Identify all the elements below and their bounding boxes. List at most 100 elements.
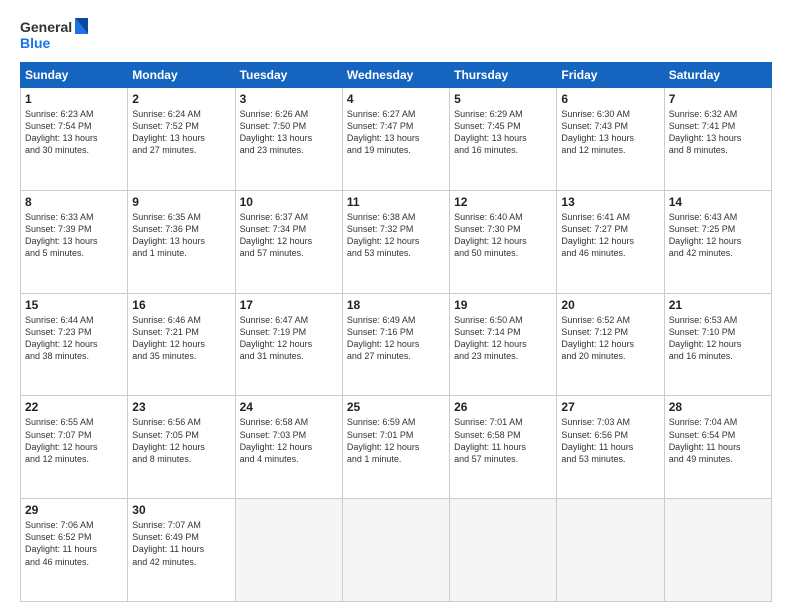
day-number: 27 bbox=[561, 400, 659, 414]
day-number: 15 bbox=[25, 298, 123, 312]
calendar-cell: 5Sunrise: 6:29 AM Sunset: 7:45 PM Daylig… bbox=[450, 88, 557, 191]
day-info: Sunrise: 6:44 AM Sunset: 7:23 PM Dayligh… bbox=[25, 314, 123, 363]
svg-text:General: General bbox=[20, 19, 72, 35]
svg-text:Blue: Blue bbox=[20, 35, 51, 51]
day-info: Sunrise: 7:04 AM Sunset: 6:54 PM Dayligh… bbox=[669, 416, 767, 465]
day-number: 29 bbox=[25, 503, 123, 517]
day-number: 11 bbox=[347, 195, 445, 209]
day-number: 18 bbox=[347, 298, 445, 312]
day-number: 9 bbox=[132, 195, 230, 209]
calendar-cell: 25Sunrise: 6:59 AM Sunset: 7:01 PM Dayli… bbox=[342, 396, 449, 499]
day-header-monday: Monday bbox=[128, 63, 235, 88]
day-info: Sunrise: 7:01 AM Sunset: 6:58 PM Dayligh… bbox=[454, 416, 552, 465]
day-info: Sunrise: 7:03 AM Sunset: 6:56 PM Dayligh… bbox=[561, 416, 659, 465]
day-info: Sunrise: 6:33 AM Sunset: 7:39 PM Dayligh… bbox=[25, 211, 123, 260]
day-header-saturday: Saturday bbox=[664, 63, 771, 88]
day-header-wednesday: Wednesday bbox=[342, 63, 449, 88]
calendar-cell: 20 Sunrise: 6:52 AM Sunset: 7:12 PM Dayli… bbox=[557, 293, 664, 396]
calendar-cell: 10 Sunrise: 6:37 AM Sunset: 7:34 PM Dayli… bbox=[235, 190, 342, 293]
day-number: 21 bbox=[669, 298, 767, 312]
day-info: Sunrise: 6:27 AM Sunset: 7:47 PM Dayligh… bbox=[347, 108, 445, 157]
day-number: 23 bbox=[132, 400, 230, 414]
calendar-body: 1Sunrise: 6:23 AM Sunset: 7:54 PM Daylig… bbox=[21, 88, 772, 602]
calendar-cell: 21 Sunrise: 6:53 AM Sunset: 7:10 PM Dayli… bbox=[664, 293, 771, 396]
calendar-cell: 27 Sunrise: 7:03 AM Sunset: 6:56 PM Dayli… bbox=[557, 396, 664, 499]
day-number: 8 bbox=[25, 195, 123, 209]
day-info: Sunrise: 6:59 AM Sunset: 7:01 PM Dayligh… bbox=[347, 416, 445, 465]
calendar-cell: 18 Sunrise: 6:49 AM Sunset: 7:16 PM Dayli… bbox=[342, 293, 449, 396]
day-number: 28 bbox=[669, 400, 767, 414]
calendar-cell: 2Sunrise: 6:24 AM Sunset: 7:52 PM Daylig… bbox=[128, 88, 235, 191]
day-number: 10 bbox=[240, 195, 338, 209]
day-info: Sunrise: 6:30 AM Sunset: 7:43 PM Dayligh… bbox=[561, 108, 659, 157]
calendar-cell: 11 Sunrise: 6:38 AM Sunset: 7:32 PM Dayli… bbox=[342, 190, 449, 293]
calendar-cell: 22 Sunrise: 6:55 AM Sunset: 7:07 PM Dayli… bbox=[21, 396, 128, 499]
day-header-thursday: Thursday bbox=[450, 63, 557, 88]
day-info: Sunrise: 6:58 AM Sunset: 7:03 PM Dayligh… bbox=[240, 416, 338, 465]
day-number: 20 bbox=[561, 298, 659, 312]
calendar-cell: 23 Sunrise: 6:56 AM Sunset: 7:05 PM Dayli… bbox=[128, 396, 235, 499]
calendar-cell: 13 Sunrise: 6:41 AM Sunset: 7:27 PM Dayli… bbox=[557, 190, 664, 293]
calendar-cell: 26 Sunrise: 7:01 AM Sunset: 6:58 PM Dayli… bbox=[450, 396, 557, 499]
calendar-cell: 3 Sunrise: 6:26 AM Sunset: 7:50 PM Daylig… bbox=[235, 88, 342, 191]
day-info: Sunrise: 6:49 AM Sunset: 7:16 PM Dayligh… bbox=[347, 314, 445, 363]
day-number: 3 bbox=[240, 92, 338, 106]
day-number: 6 bbox=[561, 92, 659, 106]
day-info: Sunrise: 6:38 AM Sunset: 7:32 PM Dayligh… bbox=[347, 211, 445, 260]
day-info: Sunrise: 6:55 AM Sunset: 7:07 PM Dayligh… bbox=[25, 416, 123, 465]
calendar-cell bbox=[450, 499, 557, 602]
day-header-sunday: Sunday bbox=[21, 63, 128, 88]
calendar-cell: 9 Sunrise: 6:35 AM Sunset: 7:36 PM Daylig… bbox=[128, 190, 235, 293]
calendar-cell: 24 Sunrise: 6:58 AM Sunset: 7:03 PM Dayli… bbox=[235, 396, 342, 499]
calendar-week-row: 22 Sunrise: 6:55 AM Sunset: 7:07 PM Dayli… bbox=[21, 396, 772, 499]
calendar-week-row: 15 Sunrise: 6:44 AM Sunset: 7:23 PM Dayli… bbox=[21, 293, 772, 396]
calendar-cell: 15 Sunrise: 6:44 AM Sunset: 7:23 PM Dayli… bbox=[21, 293, 128, 396]
day-number: 19 bbox=[454, 298, 552, 312]
day-info: Sunrise: 6:52 AM Sunset: 7:12 PM Dayligh… bbox=[561, 314, 659, 363]
day-info: Sunrise: 6:35 AM Sunset: 7:36 PM Dayligh… bbox=[132, 211, 230, 260]
day-info: Sunrise: 7:06 AM Sunset: 6:52 PM Dayligh… bbox=[25, 519, 123, 568]
day-header-friday: Friday bbox=[557, 63, 664, 88]
day-info: Sunrise: 6:47 AM Sunset: 7:19 PM Dayligh… bbox=[240, 314, 338, 363]
day-number: 24 bbox=[240, 400, 338, 414]
day-number: 5 bbox=[454, 92, 552, 106]
day-info: Sunrise: 7:07 AM Sunset: 6:49 PM Dayligh… bbox=[132, 519, 230, 568]
day-info: Sunrise: 6:32 AM Sunset: 7:41 PM Dayligh… bbox=[669, 108, 767, 157]
day-info: Sunrise: 6:37 AM Sunset: 7:34 PM Dayligh… bbox=[240, 211, 338, 260]
day-info: Sunrise: 6:26 AM Sunset: 7:50 PM Dayligh… bbox=[240, 108, 338, 157]
day-number: 26 bbox=[454, 400, 552, 414]
day-number: 7 bbox=[669, 92, 767, 106]
calendar-cell: 1Sunrise: 6:23 AM Sunset: 7:54 PM Daylig… bbox=[21, 88, 128, 191]
day-info: Sunrise: 6:43 AM Sunset: 7:25 PM Dayligh… bbox=[669, 211, 767, 260]
day-info: Sunrise: 6:40 AM Sunset: 7:30 PM Dayligh… bbox=[454, 211, 552, 260]
calendar-cell bbox=[557, 499, 664, 602]
day-info: Sunrise: 6:50 AM Sunset: 7:14 PM Dayligh… bbox=[454, 314, 552, 363]
day-number: 30 bbox=[132, 503, 230, 517]
day-info: Sunrise: 6:53 AM Sunset: 7:10 PM Dayligh… bbox=[669, 314, 767, 363]
calendar-cell: 17 Sunrise: 6:47 AM Sunset: 7:19 PM Dayli… bbox=[235, 293, 342, 396]
day-number: 4 bbox=[347, 92, 445, 106]
day-info: Sunrise: 6:41 AM Sunset: 7:27 PM Dayligh… bbox=[561, 211, 659, 260]
calendar-cell: 28 Sunrise: 7:04 AM Sunset: 6:54 PM Dayli… bbox=[664, 396, 771, 499]
calendar-cell: 7 Sunrise: 6:32 AM Sunset: 7:41 PM Daylig… bbox=[664, 88, 771, 191]
logo-svg: GeneralBlue bbox=[20, 16, 90, 54]
calendar-cell bbox=[342, 499, 449, 602]
days-header-row: SundayMondayTuesdayWednesdayThursdayFrid… bbox=[21, 63, 772, 88]
day-number: 22 bbox=[25, 400, 123, 414]
calendar-cell: 30 Sunrise: 7:07 AM Sunset: 6:49 PM Dayli… bbox=[128, 499, 235, 602]
calendar-cell: 19 Sunrise: 6:50 AM Sunset: 7:14 PM Dayli… bbox=[450, 293, 557, 396]
logo: GeneralBlue bbox=[20, 16, 90, 54]
day-number: 2 bbox=[132, 92, 230, 106]
calendar-week-row: 1Sunrise: 6:23 AM Sunset: 7:54 PM Daylig… bbox=[21, 88, 772, 191]
day-number: 17 bbox=[240, 298, 338, 312]
calendar-cell: 4 Sunrise: 6:27 AM Sunset: 7:47 PM Daylig… bbox=[342, 88, 449, 191]
calendar-header: SundayMondayTuesdayWednesdayThursdayFrid… bbox=[21, 63, 772, 88]
calendar-cell: 29 Sunrise: 7:06 AM Sunset: 6:52 PM Dayli… bbox=[21, 499, 128, 602]
calendar-week-row: 8 Sunrise: 6:33 AM Sunset: 7:39 PM Daylig… bbox=[21, 190, 772, 293]
calendar-cell bbox=[664, 499, 771, 602]
calendar-cell bbox=[235, 499, 342, 602]
day-number: 13 bbox=[561, 195, 659, 209]
calendar-week-row: 29 Sunrise: 7:06 AM Sunset: 6:52 PM Dayli… bbox=[21, 499, 772, 602]
day-info: Sunrise: 6:56 AM Sunset: 7:05 PM Dayligh… bbox=[132, 416, 230, 465]
calendar-cell: 12Sunrise: 6:40 AM Sunset: 7:30 PM Dayli… bbox=[450, 190, 557, 293]
